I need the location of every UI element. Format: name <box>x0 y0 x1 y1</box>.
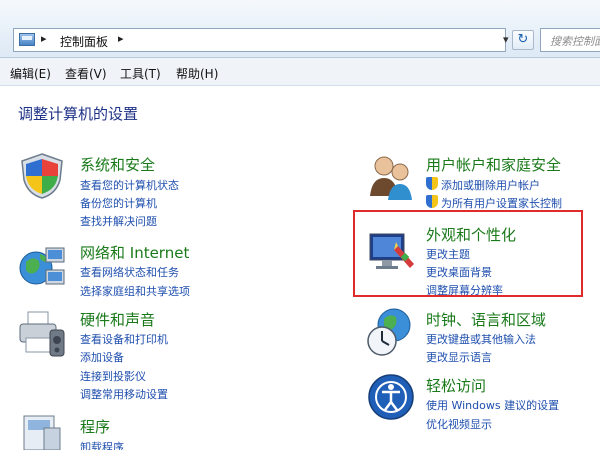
programs-icon[interactable] <box>18 412 66 450</box>
link-uninstall-program[interactable]: 卸载程序 <box>80 439 124 450</box>
ease-of-access-icon[interactable] <box>366 372 416 422</box>
link-view-computer-status[interactable]: 查看您的计算机状态 <box>80 177 179 193</box>
network-globe-icon[interactable] <box>16 242 68 290</box>
admin-shield-icon <box>426 195 438 208</box>
shield-icon[interactable] <box>16 152 68 200</box>
link-homegroup-sharing[interactable]: 选择家庭组和共享选项 <box>80 283 190 299</box>
link-devices-printers[interactable]: 查看设备和打印机 <box>80 331 168 347</box>
category-programs[interactable]: 程序 <box>80 416 110 437</box>
breadcrumb-arrow-icon[interactable]: ▸ <box>41 32 47 45</box>
link-optimize-display[interactable]: 优化视频显示 <box>426 416 492 432</box>
users-icon[interactable] <box>366 152 416 202</box>
link-add-remove-accounts[interactable]: 添加或删除用户帐户 <box>441 177 540 193</box>
address-field[interactable]: ▸ 控制面板 ▸ ▾ <box>13 28 509 52</box>
breadcrumb-arrow-icon[interactable]: ▸ <box>118 32 124 45</box>
admin-shield-icon <box>426 177 438 190</box>
control-panel-icon <box>19 33 35 46</box>
link-network-status[interactable]: 查看网络状态和任务 <box>80 264 179 280</box>
search-input[interactable]: 搜索控制面 <box>540 28 600 52</box>
link-mobility-settings[interactable]: 调整常用移动设置 <box>80 386 168 402</box>
menu-help[interactable]: 帮助(H) <box>176 65 218 82</box>
clock-globe-icon[interactable] <box>366 305 418 359</box>
category-clock-language-region[interactable]: 时钟、语言和区域 <box>426 309 546 330</box>
address-dropdown-icon[interactable]: ▾ <box>503 33 509 46</box>
breadcrumb-control-panel[interactable]: 控制面板 <box>60 33 108 50</box>
menu-edit[interactable]: 编辑(E) <box>10 65 51 82</box>
category-system-security[interactable]: 系统和安全 <box>80 154 155 175</box>
link-recommended-settings[interactable]: 使用 Windows 建议的设置 <box>426 397 559 413</box>
link-add-device[interactable]: 添加设备 <box>80 349 124 365</box>
category-user-accounts[interactable]: 用户帐户和家庭安全 <box>426 154 561 175</box>
link-troubleshoot[interactable]: 查找并解决问题 <box>80 213 157 229</box>
highlight-box <box>353 210 583 297</box>
category-hardware-sound[interactable]: 硬件和声音 <box>80 309 155 330</box>
link-change-keyboards[interactable]: 更改键盘或其他输入法 <box>426 331 536 347</box>
refresh-icon[interactable]: ↻ <box>512 30 534 50</box>
address-bar-area: ▸ 控制面板 ▸ ▾ ↻ 搜索控制面 <box>0 0 600 58</box>
menu-view[interactable]: 查看(V) <box>65 65 107 82</box>
link-connect-projector[interactable]: 连接到投影仪 <box>80 368 146 384</box>
category-ease-of-access[interactable]: 轻松访问 <box>426 375 486 396</box>
page-heading: 调整计算机的设置 <box>18 105 139 123</box>
link-backup-computer[interactable]: 备份您的计算机 <box>80 195 157 211</box>
category-network-internet[interactable]: 网络和 Internet <box>80 242 189 263</box>
menu-bar: 编辑(E) 查看(V) 工具(T) 帮助(H) <box>0 58 600 86</box>
link-parental-controls[interactable]: 为所有用户设置家长控制 <box>441 195 562 211</box>
search-placeholder: 搜索控制面 <box>550 35 600 48</box>
link-change-display-language[interactable]: 更改显示语言 <box>426 349 492 365</box>
menu-tools[interactable]: 工具(T) <box>120 65 161 82</box>
printer-icon[interactable] <box>16 308 68 360</box>
